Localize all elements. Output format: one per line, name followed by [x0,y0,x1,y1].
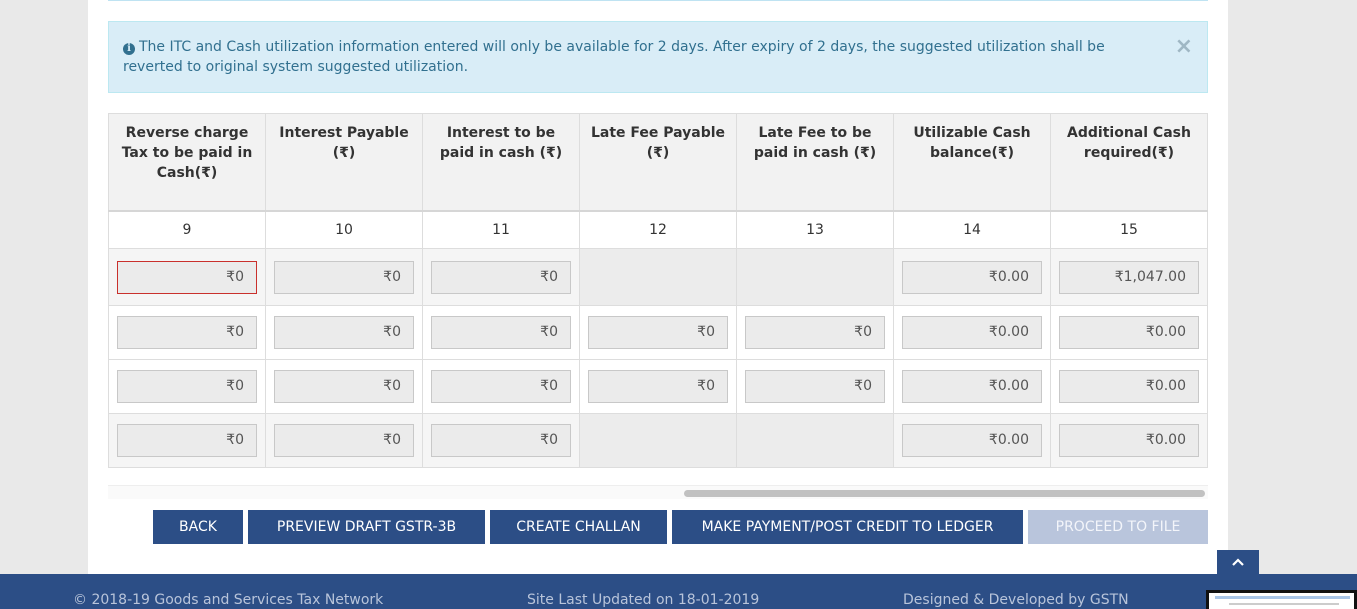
utilizable-cash-field[interactable]: ₹0.00 [902,370,1042,403]
col-header-interest-payable: Interest Payable (₹) [265,113,423,212]
empty-cell [579,413,737,468]
alert-text: The ITC and Cash utilization information… [123,39,1105,75]
late-fee-payable-field[interactable]: ₹0 [588,370,728,403]
page-thumbnail [1206,590,1357,609]
col-header-additional-cash: Additional Cash required(₹) [1050,113,1208,212]
chevron-up-icon [1232,558,1244,566]
interest-cash-field[interactable]: ₹0 [431,370,571,403]
interest-payable-field[interactable]: ₹0 [274,370,414,403]
column-number: 10 [265,210,423,249]
late-fee-payable-field[interactable]: ₹0 [588,316,728,349]
interest-payable-field[interactable]: ₹0 [274,260,414,294]
late-fee-cash-field[interactable]: ₹0 [745,370,885,403]
utilizable-cash-field[interactable]: ₹0.00 [902,316,1042,349]
column-number: 12 [579,210,737,249]
footer-copyright: © 2018-19 Goods and Services Tax Network [73,592,384,608]
col-header-late-fee-cash: Late Fee to be paid in cash (₹) [736,113,894,212]
scroll-to-top-button[interactable] [1217,550,1259,576]
utilizable-cash-field[interactable]: ₹0.00 [902,424,1042,457]
additional-cash-field[interactable]: ₹0.00 [1059,424,1199,457]
table-row: ₹0 ₹0 ₹0 ₹0.00 ₹1,047.00 [108,248,1208,306]
info-circle-icon: i [123,43,135,55]
table-row: ₹0 ₹0 ₹0 ₹0.00 ₹0.00 [108,413,1208,468]
interest-payable-field[interactable]: ₹0 [274,424,414,457]
col-header-utilizable-cash: Utilizable Cash balance(₹) [893,113,1051,212]
empty-cell [579,248,737,306]
table-row: ₹0 ₹0 ₹0 ₹0 ₹0 ₹0.00 ₹0.00 [108,359,1208,414]
empty-cell [736,413,894,468]
table-row: ₹0 ₹0 ₹0 ₹0 ₹0 ₹0.00 ₹0.00 [108,305,1208,360]
footer-last-updated: Site Last Updated on 18-01-2019 [527,592,760,608]
column-number: 11 [422,210,580,249]
reverse-charge-cash-input[interactable]: ₹0 [117,316,257,349]
info-alert: i The ITC and Cash utilization informatio… [108,21,1208,93]
reverse-charge-cash-input[interactable]: ₹0 [117,370,257,403]
interest-payable-field[interactable]: ₹0 [274,316,414,349]
col-header-interest-cash: Interest to be paid in cash (₹) [422,113,580,212]
preview-draft-button[interactable]: PREVIEW DRAFT GSTR-3B [248,510,485,544]
footer-designed-by: Designed & Developed by GSTN [903,592,1129,608]
create-challan-button[interactable]: CREATE CHALLAN [490,510,667,544]
reverse-charge-cash-input[interactable]: ₹0 [117,260,257,294]
additional-cash-field[interactable]: ₹1,047.00 [1059,260,1199,294]
column-number: 15 [1050,210,1208,249]
additional-cash-field[interactable]: ₹0.00 [1059,316,1199,349]
late-fee-cash-field[interactable]: ₹0 [745,316,885,349]
back-button[interactable]: BACK [153,510,243,544]
horizontal-scrollbar[interactable] [108,485,1208,499]
column-number: 14 [893,210,1051,249]
utilization-table: Reverse charge Tax to be paid in Cash(₹)… [108,113,1208,468]
column-number: 9 [108,210,266,249]
column-number: 13 [736,210,894,249]
col-header-late-fee-payable: Late Fee Payable (₹) [579,113,737,212]
reverse-charge-cash-input[interactable]: ₹0 [117,424,257,457]
proceed-to-file-button[interactable]: PROCEED TO FILE [1028,510,1208,544]
empty-cell [736,248,894,306]
column-number-row: 9 10 11 12 13 14 15 [108,210,1208,249]
additional-cash-field[interactable]: ₹0.00 [1059,370,1199,403]
interest-cash-field[interactable]: ₹0 [431,316,571,349]
table-header-row: Reverse charge Tax to be paid in Cash(₹)… [108,113,1208,212]
make-payment-button[interactable]: MAKE PAYMENT/POST CREDIT TO LEDGER [672,510,1023,544]
footer: © 2018-19 Goods and Services Tax Network… [0,574,1357,609]
close-icon[interactable]: × [1175,34,1193,60]
interest-cash-field[interactable]: ₹0 [431,260,571,294]
scrollbar-thumb[interactable] [684,490,1205,497]
col-header-reverse-charge: Reverse charge Tax to be paid in Cash(₹) [108,113,266,212]
divider [108,0,1208,1]
interest-cash-field[interactable]: ₹0 [431,424,571,457]
utilizable-cash-field[interactable]: ₹0.00 [902,260,1042,294]
